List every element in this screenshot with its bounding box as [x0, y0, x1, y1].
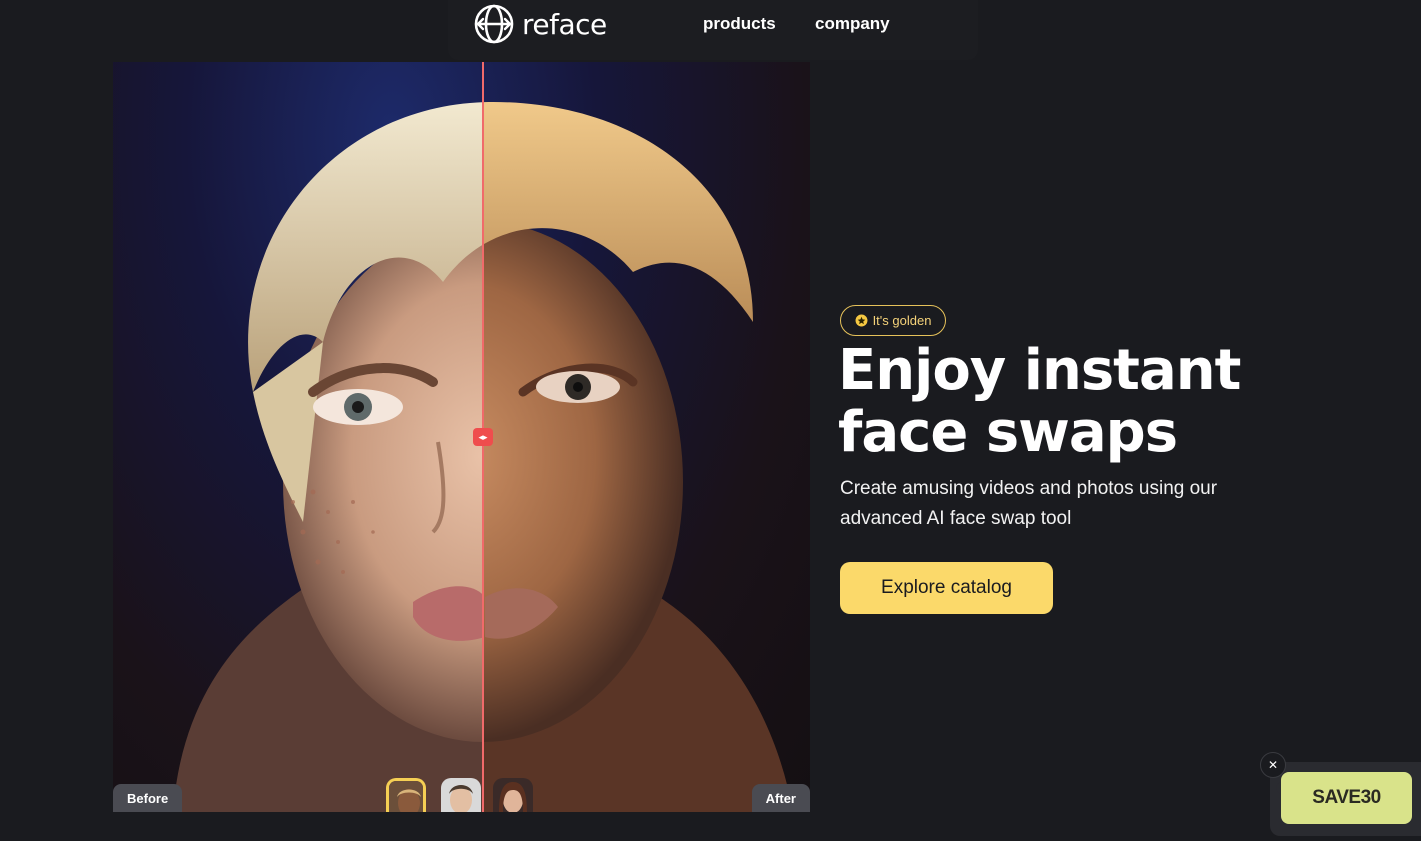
reface-logo-icon	[474, 4, 514, 44]
thumbnail-avatar-2[interactable]	[441, 778, 481, 812]
before-label: Before	[113, 784, 183, 812]
explore-catalog-button[interactable]: Explore catalog	[840, 562, 1053, 614]
promo-code-ticket[interactable]: SAVE30	[1281, 772, 1412, 824]
thumb-avatar-3	[493, 778, 533, 812]
before-after-compare[interactable]: ◂▸ Before After	[113, 62, 810, 812]
headline-line-2: face swaps	[838, 400, 1178, 465]
thumbnail-avatar-3[interactable]	[493, 778, 533, 812]
arrows-left-right-icon[interactable]: ◂▸	[473, 428, 493, 446]
hero-headline: Enjoy instant face swaps	[838, 340, 1358, 464]
thumb-avatar-2	[441, 778, 481, 812]
thumb-avatar-1	[389, 781, 423, 812]
badge-text: It's golden	[872, 313, 932, 328]
after-label: After	[751, 784, 810, 812]
promo-code: SAVE30	[1312, 787, 1381, 808]
after-image	[484, 62, 810, 812]
star-icon	[855, 314, 868, 327]
headline-line-1: Enjoy instant	[838, 338, 1241, 403]
logo-text: reface	[522, 7, 607, 41]
logo[interactable]: reface	[474, 4, 607, 44]
nav-link-products[interactable]: products	[703, 14, 776, 34]
top-navigation: reface products company	[0, 0, 1421, 60]
nav-link-company[interactable]: company	[815, 14, 890, 34]
hero-subtext: Create amusing videos and photos using o…	[840, 478, 1218, 529]
golden-badge: It's golden	[840, 305, 946, 336]
close-icon[interactable]: ✕	[1260, 752, 1286, 778]
thumbnail-avatar-1[interactable]	[386, 778, 426, 812]
before-image	[113, 62, 484, 812]
